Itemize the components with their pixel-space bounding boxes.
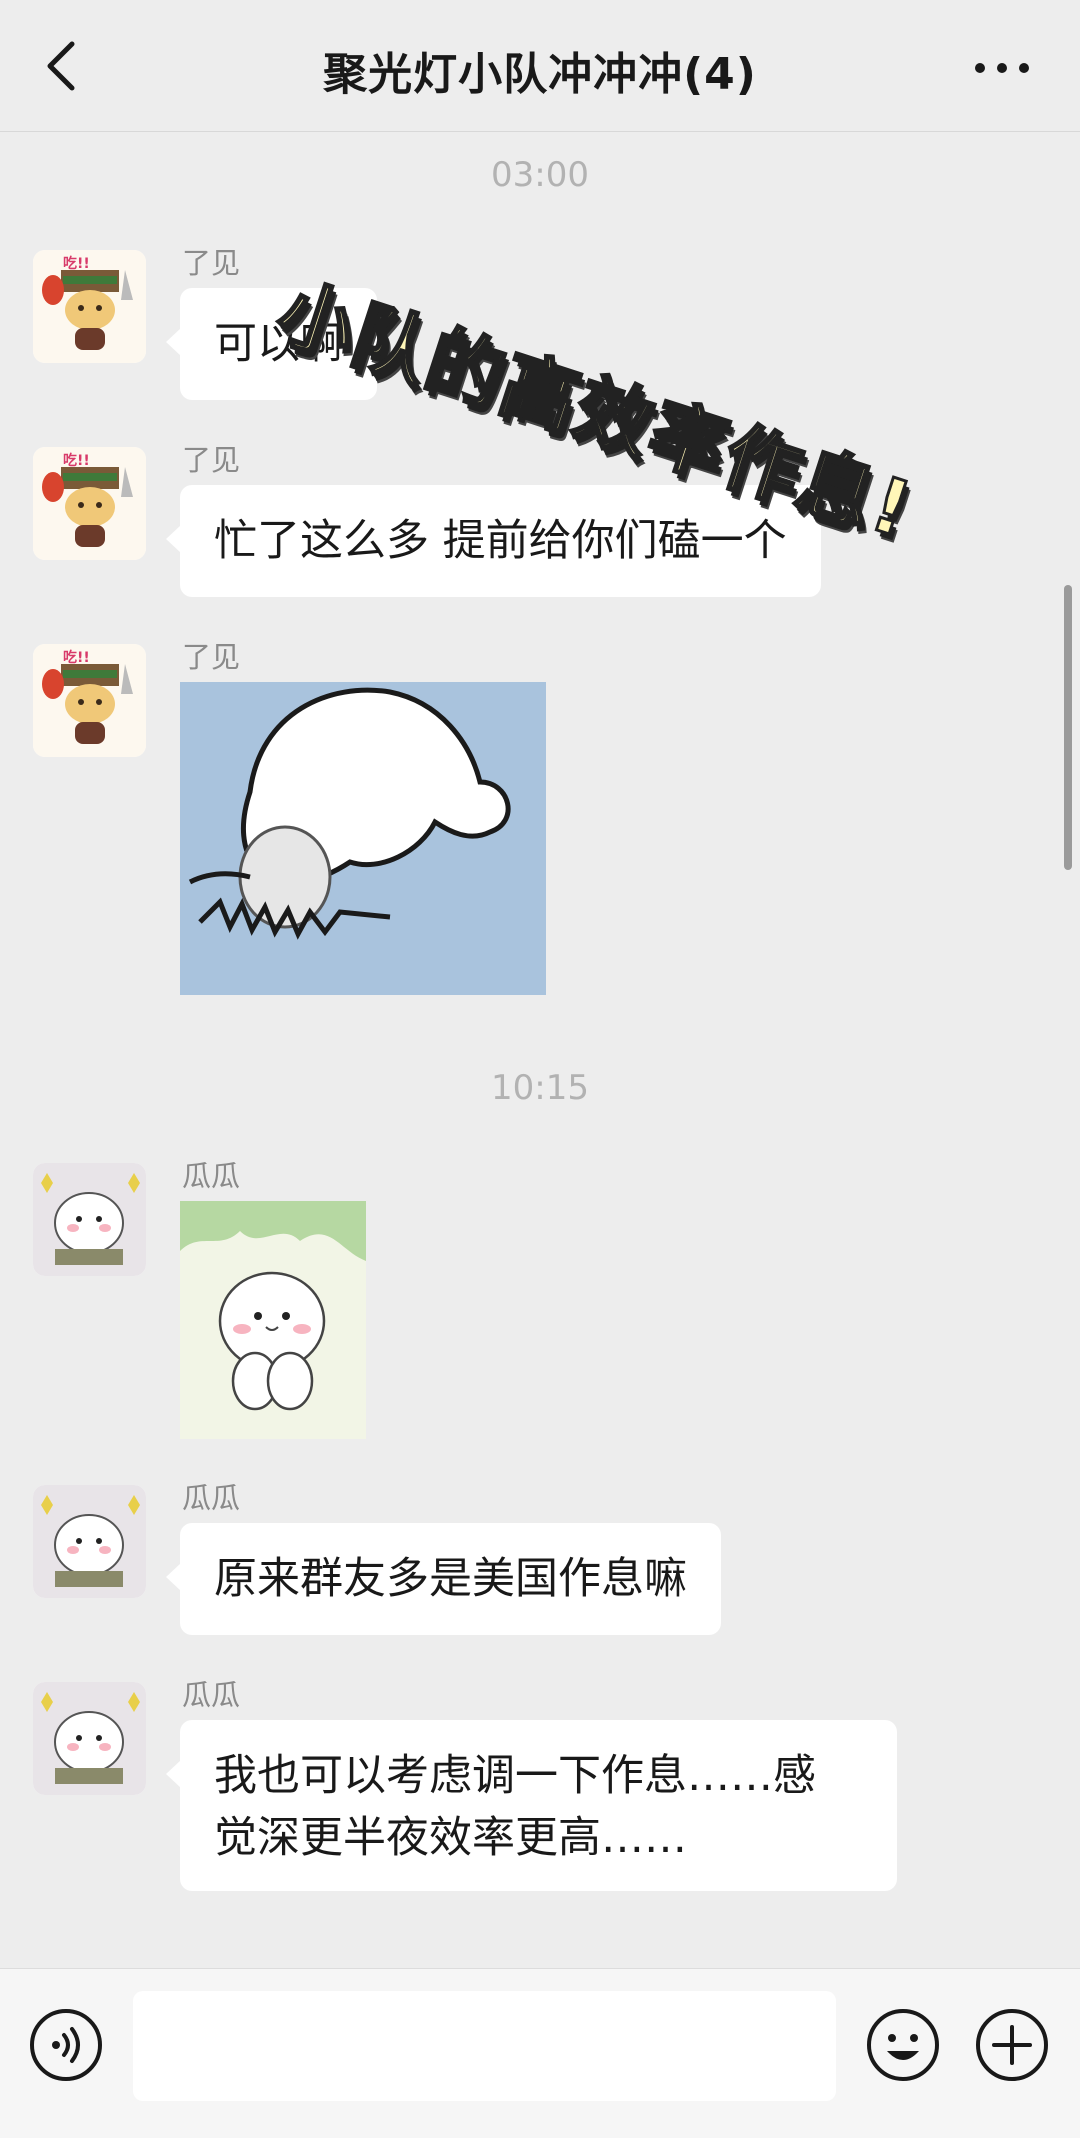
- message-bubble[interactable]: 原来群友多是美国作息嘛: [166, 1523, 721, 1635]
- avatar-cat[interactable]: 吃!!: [33, 250, 146, 363]
- avatar-cat[interactable]: 吃!!: [33, 447, 146, 560]
- sender-name: 瓜瓜: [182, 1678, 241, 1712]
- svg-text:吃!!: 吃!!: [63, 452, 90, 469]
- sticker-hamster-image[interactable]: [180, 1201, 366, 1439]
- sender-name: 了见: [182, 640, 241, 674]
- plus-icon[interactable]: [974, 2007, 1050, 2083]
- sticker-kowtow-image[interactable]: [180, 682, 546, 995]
- message-bubble[interactable]: 我也可以考虑调一下作息……感 觉深更半夜效率更高……: [166, 1720, 897, 1891]
- chat-header: 聚光灯小队冲冲冲(4): [0, 0, 1080, 132]
- avatar-hamster[interactable]: [33, 1485, 146, 1598]
- sender-name: 瓜瓜: [182, 1481, 241, 1515]
- message-line: 觉深更半夜效率更高……: [214, 1813, 687, 1863]
- chat-title: 聚光灯小队冲冲冲(4): [323, 49, 757, 100]
- timestamp: 10:15: [491, 1068, 589, 1108]
- message-input[interactable]: [133, 1991, 836, 2101]
- message-line: 我也可以考虑调一下作息……感: [214, 1751, 816, 1801]
- voice-icon[interactable]: [28, 2007, 104, 2083]
- timestamp: 03:00: [491, 155, 589, 195]
- svg-text:吃!!: 吃!!: [63, 255, 90, 272]
- sender-name: 了见: [182, 246, 241, 280]
- more-options-icon[interactable]: [972, 56, 1032, 80]
- chat-scrollbar[interactable]: [1064, 585, 1072, 870]
- sender-name: 瓜瓜: [182, 1159, 241, 1193]
- avatar-hamster[interactable]: [33, 1682, 146, 1795]
- input-bar: [0, 1968, 1080, 2138]
- avatar-hamster[interactable]: [33, 1163, 146, 1276]
- avatar-cat[interactable]: 吃!!: [33, 644, 146, 757]
- sender-name: 了见: [182, 443, 241, 477]
- emoji-icon[interactable]: [865, 2007, 941, 2083]
- svg-text:吃!!: 吃!!: [63, 649, 90, 666]
